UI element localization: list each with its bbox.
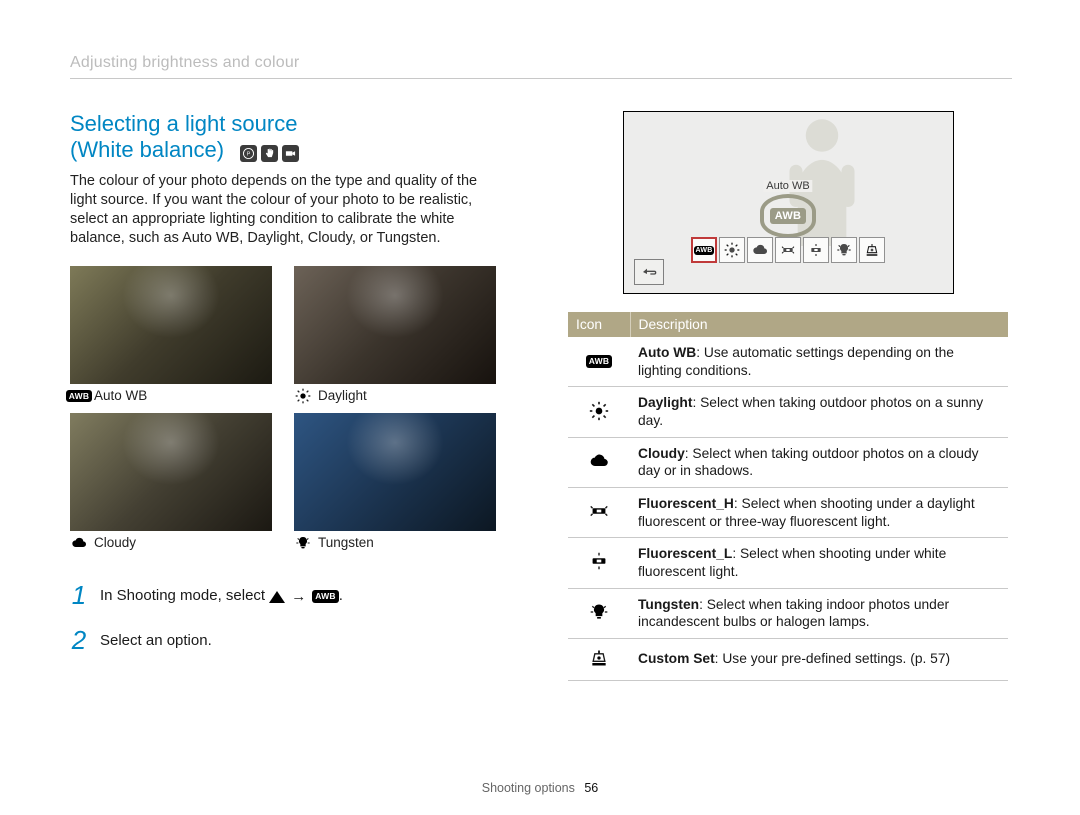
steps-list: 1 In Shooting mode, select → AWB . 2 Sel… <box>70 580 500 656</box>
awb-chip-icon: AWB <box>312 590 338 603</box>
table-head-desc: Description <box>630 312 1008 337</box>
selected-wb-label: Auto WB <box>763 180 812 192</box>
camera-screen: Auto WB AWB AWB <box>623 111 954 294</box>
arrow-right-icon: → <box>291 588 306 605</box>
wb-tile-fluor-h[interactable] <box>775 237 801 263</box>
wb-option-row: AWB <box>691 237 885 263</box>
sample-image <box>294 266 496 384</box>
page-footer: Shooting options 56 <box>0 781 1080 795</box>
table-row: Fluorescent_L: Select when shooting unde… <box>568 538 1008 588</box>
step-text: In Shooting mode, select <box>100 587 269 604</box>
wb-tile-daylight[interactable] <box>719 237 745 263</box>
awb-chip-icon: AWB <box>585 350 613 374</box>
sample-image <box>70 413 272 531</box>
back-button[interactable] <box>634 259 664 285</box>
table-row: Fluorescent_H: Select when shooting unde… <box>568 487 1008 537</box>
section-title: Selecting a light source (White balance) <box>70 111 500 164</box>
wb-tile-tungsten[interactable] <box>831 237 857 263</box>
sample-cloudy: Cloudy <box>70 413 276 550</box>
table-row: Custom Set: Use your pre-defined setting… <box>568 638 1008 680</box>
sample-auto-wb: AWB Auto WB <box>70 266 276 403</box>
bulb-icon <box>294 536 312 550</box>
mode-hand-icon <box>261 145 278 162</box>
intro-text: The colour of your photo depends on the … <box>70 172 500 249</box>
step-text-after: . <box>339 587 343 604</box>
custom-icon <box>585 646 613 670</box>
table-row: AWB Auto WB: Use automatic settings depe… <box>568 337 1008 387</box>
sample-label: Daylight <box>318 388 367 403</box>
wb-tile-fluor-l[interactable] <box>803 237 829 263</box>
footer-page-number: 56 <box>584 781 598 795</box>
cloud-icon <box>585 449 613 473</box>
sample-daylight: Daylight <box>294 266 500 403</box>
sample-image <box>294 413 496 531</box>
wb-tile-cloudy[interactable] <box>747 237 773 263</box>
mode-p-icon <box>240 145 257 162</box>
triangle-up-icon <box>269 591 285 603</box>
table-row: Tungsten: Select when taking indoor phot… <box>568 588 1008 638</box>
sun-icon <box>585 399 613 423</box>
breadcrumb: Adjusting brightness and colour <box>70 54 1012 79</box>
sample-label: Auto WB <box>94 388 147 403</box>
table-head-icon: Icon <box>568 312 630 337</box>
step-number: 1 <box>70 580 88 611</box>
wb-tile-custom[interactable] <box>859 237 885 263</box>
sample-label: Tungsten <box>318 535 374 550</box>
step-2: 2 Select an option. <box>70 625 500 656</box>
fluor-h-icon <box>585 499 613 523</box>
step-1: 1 In Shooting mode, select → AWB . <box>70 580 500 611</box>
cloud-icon <box>70 536 88 550</box>
sample-image <box>70 266 272 384</box>
sample-grid: AWB Auto WB Daylight Cloudy <box>70 266 500 550</box>
footer-section-label: Shooting options <box>482 781 575 795</box>
wb-tile-awb[interactable]: AWB <box>691 237 717 263</box>
manual-page: Adjusting brightness and colour Selectin… <box>0 0 1080 815</box>
table-row: Daylight: Select when taking outdoor pho… <box>568 387 1008 437</box>
sample-tungsten: Tungsten <box>294 413 500 550</box>
step-number: 2 <box>70 625 88 656</box>
sun-icon <box>294 389 312 403</box>
table-row: Cloudy: Select when taking outdoor photo… <box>568 437 1008 487</box>
left-column: Selecting a light source (White balance)… <box>70 111 500 681</box>
sample-label: Cloudy <box>94 535 136 550</box>
awb-chip-icon: AWB <box>70 389 88 403</box>
bulb-icon <box>585 600 613 624</box>
right-column: Auto WB AWB AWB Icon <box>568 111 1008 681</box>
fluor-l-icon <box>585 549 613 573</box>
wb-badge: AWB <box>760 194 816 238</box>
wb-description-table: Icon Description AWB Auto WB: Use automa… <box>568 312 1008 681</box>
mode-movie-icon <box>282 145 299 162</box>
step-text: Select an option. <box>100 632 212 649</box>
